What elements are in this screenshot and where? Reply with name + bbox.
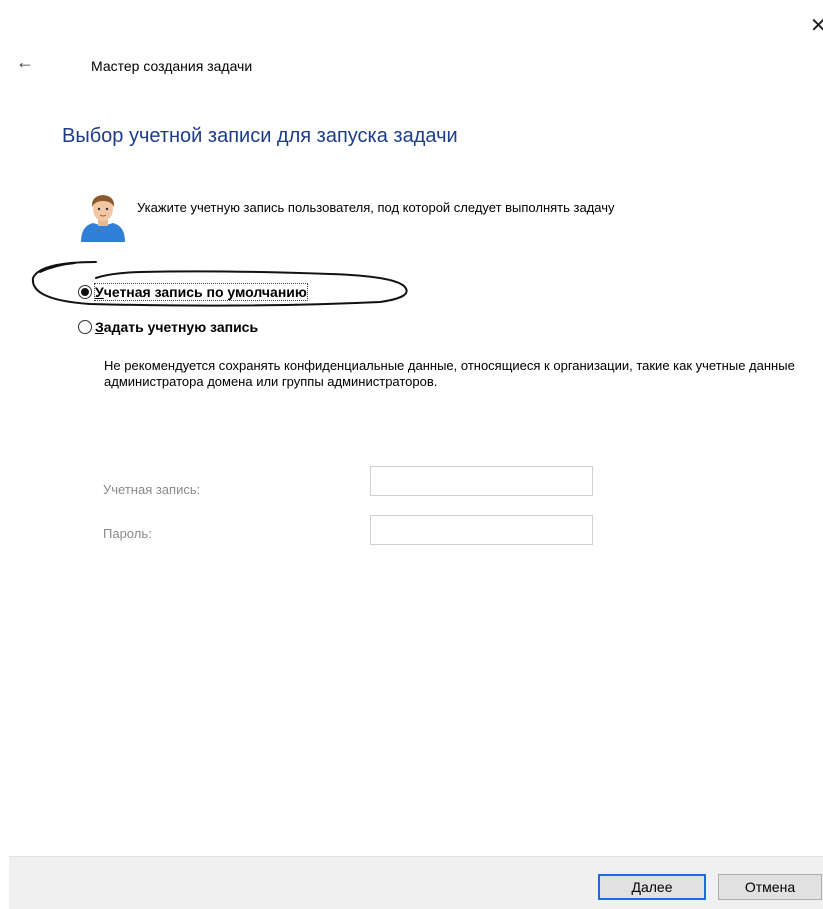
radio-default-account-label[interactable]: Учетная запись по умолчанию (94, 283, 308, 301)
user-avatar-icon (81, 195, 125, 242)
wizard-title: Мастер создания задачи (91, 58, 253, 74)
cancel-button[interactable]: Отмена (718, 874, 822, 900)
security-warning-text: Не рекомендуется сохранять конфиденциаль… (104, 358, 795, 389)
radio-default-account-circle[interactable] (78, 285, 92, 299)
radio-default-account[interactable]: Учетная запись по умолчанию (78, 283, 308, 301)
password-field-label: Пароль: (103, 526, 152, 541)
back-arrow-icon[interactable]: ← (16, 52, 34, 72)
page-heading: Выбор учетной записи для запуска задачи (62, 125, 458, 147)
radio-custom-account-circle[interactable] (78, 320, 92, 334)
radio-custom-account[interactable]: Задать учетную запись (78, 318, 258, 336)
close-button[interactable]: ✕ (810, 16, 823, 36)
instruction-text: Укажите учетную запись пользователя, под… (137, 200, 615, 215)
next-button[interactable]: Далее (598, 874, 706, 900)
account-input[interactable] (370, 466, 593, 496)
radio-custom-account-label[interactable]: Задать учетную запись (95, 319, 258, 335)
password-input[interactable] (370, 515, 593, 545)
account-field-label: Учетная запись: (103, 482, 201, 497)
